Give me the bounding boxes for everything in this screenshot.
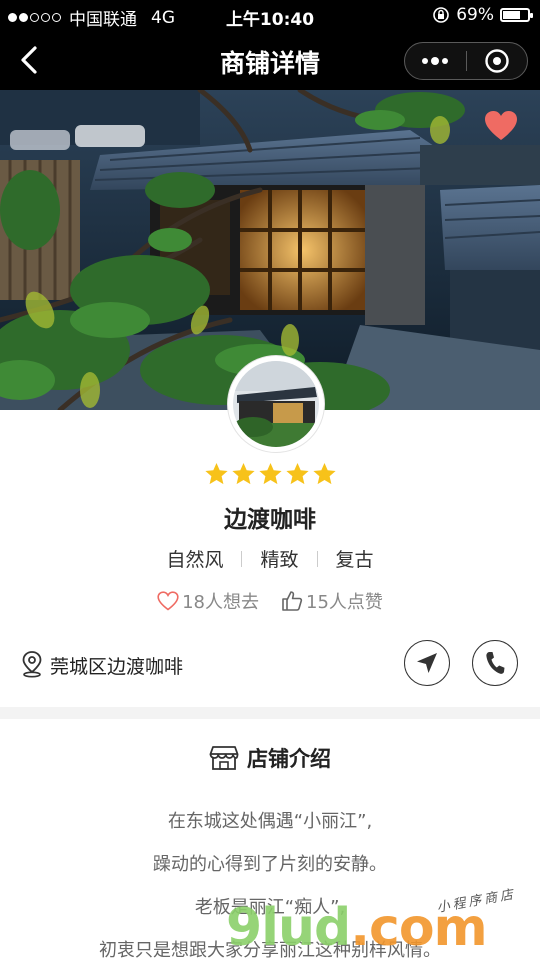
thumbs-up-icon: [282, 591, 303, 611]
site-watermark: 9lud.com 小程序商店: [226, 887, 517, 958]
star-icon: [231, 463, 255, 485]
shop-name: 边渡咖啡: [224, 507, 316, 533]
shop-address[interactable]: 莞城区边渡咖啡: [50, 652, 183, 679]
star-icon: [204, 463, 228, 485]
tag-divider: [241, 550, 243, 567]
location-pin-icon: [22, 651, 42, 678]
tag-item: 精致: [260, 549, 299, 571]
like-button[interactable]: 15人点赞: [281, 588, 383, 614]
want-to-go-button[interactable]: 18人想去: [157, 588, 259, 614]
target-circle-icon: [485, 49, 509, 73]
like-count: 15人点赞: [306, 592, 383, 613]
rating-stars: [0, 462, 540, 487]
intro-line: 躁动的心得到了片刻的安静。: [153, 854, 387, 875]
more-button[interactable]: [405, 43, 466, 79]
navigate-button[interactable]: [404, 640, 450, 686]
intro-line: 在东城这处偶遇“小丽江”,: [167, 811, 373, 832]
shop-stats: 18人想去 15人点赞: [0, 588, 540, 614]
star-icon: [258, 463, 282, 485]
star-icon: [312, 463, 336, 485]
close-mini-program-button[interactable]: [467, 43, 528, 79]
favorite-heart-icon[interactable]: [484, 110, 518, 142]
storefront-icon: [209, 746, 239, 770]
nav-bar: 商铺详情: [0, 30, 540, 90]
rotation-lock-icon: [433, 7, 450, 23]
intro-title: 店铺介绍: [247, 747, 331, 771]
tag-item: 自然风: [166, 549, 224, 571]
heart-outline-icon: [157, 591, 179, 611]
tag-divider: [316, 550, 318, 567]
star-icon: [285, 463, 309, 485]
want-to-go-count: 18人想去: [182, 592, 259, 613]
status-bar: 中国联通 4G 上午10:40 69%: [0, 0, 540, 30]
tag-item: 复古: [335, 549, 374, 571]
battery-percent: 69%: [456, 5, 494, 25]
shop-avatar: [228, 356, 324, 452]
battery-icon: [500, 8, 533, 22]
call-button[interactable]: [472, 640, 518, 686]
section-divider: [0, 707, 540, 719]
mini-program-capsule: [404, 42, 528, 80]
shop-tags: 自然风 精致 复古: [0, 545, 540, 572]
phone-icon: [486, 652, 505, 674]
more-dots-icon: [422, 57, 449, 65]
navigation-arrow-icon: [417, 653, 437, 673]
address-row: 莞城区边渡咖啡: [0, 636, 540, 696]
intro-heading: 店铺介绍: [0, 743, 540, 773]
